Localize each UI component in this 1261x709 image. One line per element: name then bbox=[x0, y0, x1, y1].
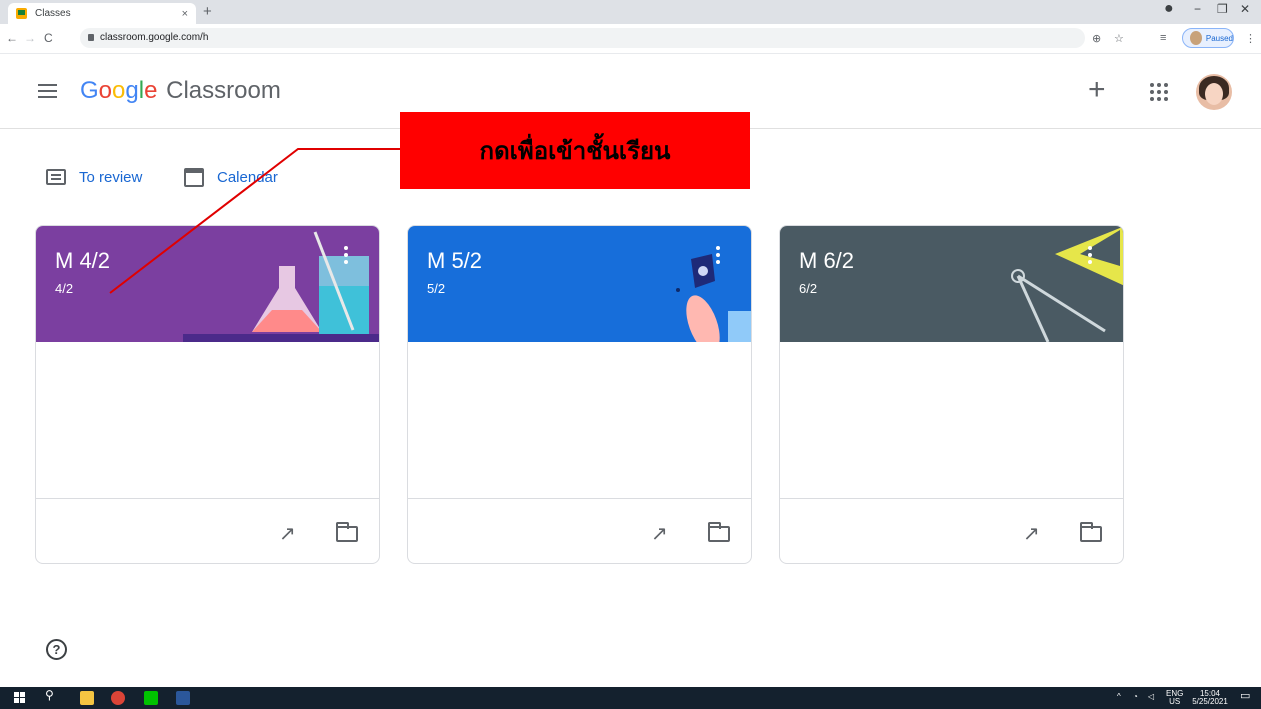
browser-tab[interactable]: Classes × bbox=[8, 3, 196, 24]
search-icon[interactable]: ⚲ bbox=[45, 689, 54, 701]
line-app-icon[interactable] bbox=[144, 691, 158, 705]
new-tab-button[interactable]: + bbox=[203, 3, 212, 21]
insights-trend-icon[interactable]: ↗ bbox=[1023, 521, 1040, 546]
word-app-icon[interactable] bbox=[176, 691, 190, 705]
address-bar[interactable]: classroom.google.com/h bbox=[80, 28, 1085, 48]
url-text: classroom.google.com/h bbox=[100, 32, 209, 43]
classroom-favicon-icon bbox=[16, 8, 27, 19]
more-options-icon[interactable] bbox=[1088, 246, 1092, 264]
class-card[interactable]: M 4/2 4/2 ↗ bbox=[35, 225, 380, 564]
restore-button[interactable]: ❐ bbox=[1217, 2, 1228, 16]
insights-trend-icon[interactable]: ↗ bbox=[651, 521, 668, 546]
class-section: 4/2 bbox=[55, 281, 74, 296]
create-join-plus-icon[interactable]: + bbox=[1088, 73, 1106, 107]
zoom-icon[interactable]: ⊕ bbox=[1092, 32, 1101, 45]
notification-icon[interactable]: ▭ bbox=[1240, 691, 1250, 702]
annotation-callout: กดเพื่อเข้าชั้นเรียน bbox=[400, 112, 750, 189]
card-footer: ↗ bbox=[780, 498, 1123, 563]
browser-tab-strip: Classes × + ● − ❐ ✕ bbox=[0, 0, 1261, 24]
language-indicator[interactable]: ENG US bbox=[1166, 690, 1183, 706]
back-arrow-icon[interactable]: ← bbox=[6, 31, 18, 45]
annotation-text: กดเพื่อเข้าชั้นเรียน bbox=[479, 137, 671, 165]
class-banner[interactable]: M 5/2 5/2 bbox=[408, 226, 751, 342]
calendar-icon bbox=[184, 167, 204, 187]
chrome-menu-icon[interactable]: ⋮ bbox=[1245, 32, 1256, 45]
class-section: 5/2 bbox=[427, 281, 446, 296]
main-menu-icon[interactable] bbox=[38, 84, 57, 98]
to-review-label: To review bbox=[79, 168, 143, 186]
more-options-icon[interactable] bbox=[344, 246, 348, 264]
more-options-icon[interactable] bbox=[716, 246, 720, 264]
minimize-button[interactable]: − bbox=[1194, 2, 1201, 16]
product-name: Classroom bbox=[166, 77, 281, 104]
card-footer: ↗ bbox=[36, 498, 379, 563]
science-banner-illustration bbox=[36, 226, 379, 342]
profile-status: Paused bbox=[1205, 33, 1233, 43]
network-icon[interactable]: ◔ bbox=[1133, 693, 1138, 701]
google-classroom-logo[interactable]: Google Classroom bbox=[80, 77, 281, 105]
card-footer: ↗ bbox=[408, 498, 751, 563]
profile-button[interactable]: Paused bbox=[1182, 28, 1234, 48]
calendar-link[interactable]: Calendar bbox=[184, 165, 278, 189]
bookmark-star-icon[interactable]: ☆ bbox=[1114, 32, 1124, 45]
class-folder-icon[interactable] bbox=[1080, 522, 1102, 542]
reload-icon[interactable]: C bbox=[44, 31, 53, 45]
class-banner[interactable]: M 6/2 6/2 bbox=[780, 226, 1123, 342]
profile-avatar bbox=[1190, 31, 1202, 45]
to-review-link[interactable]: To review bbox=[46, 165, 142, 189]
learning-banner-illustration bbox=[408, 226, 751, 342]
insights-trend-icon[interactable]: ↗ bbox=[279, 521, 296, 546]
record-icon[interactable]: ● bbox=[1164, 0, 1174, 18]
tray-chevron-icon[interactable]: ^ bbox=[1117, 693, 1121, 701]
class-name[interactable]: M 5/2 bbox=[427, 248, 482, 274]
class-card[interactable]: M 5/2 5/2 ↗ bbox=[407, 225, 752, 564]
tab-close-icon[interactable]: × bbox=[182, 8, 188, 20]
class-name[interactable]: M 4/2 bbox=[55, 248, 110, 274]
file-explorer-icon[interactable] bbox=[80, 691, 94, 705]
class-card[interactable]: M 6/2 6/2 ↗ bbox=[779, 225, 1124, 564]
windows-taskbar: ⚲ ^ ◔ ◁ ENG US 15:04 5/25/2021 ▭ bbox=[0, 687, 1261, 709]
windows-start-icon[interactable] bbox=[14, 691, 28, 705]
class-banner[interactable]: M 4/2 4/2 bbox=[36, 226, 379, 342]
account-avatar[interactable] bbox=[1196, 74, 1232, 110]
class-name[interactable]: M 6/2 bbox=[799, 248, 854, 274]
forward-arrow-icon[interactable]: → bbox=[24, 31, 36, 45]
lock-icon bbox=[88, 34, 94, 41]
class-folder-icon[interactable] bbox=[336, 522, 358, 542]
reading-list-icon[interactable]: ≡ bbox=[1160, 32, 1166, 44]
tab-title: Classes bbox=[35, 8, 71, 19]
browser-toolbar: ← → C classroom.google.com/h ⊕ ☆ ≡ Pause… bbox=[0, 24, 1261, 54]
to-review-icon bbox=[46, 169, 66, 185]
volume-icon[interactable]: ◁ bbox=[1148, 693, 1154, 701]
google-apps-icon[interactable] bbox=[1150, 83, 1168, 101]
clock[interactable]: 15:04 5/25/2021 bbox=[1190, 690, 1230, 706]
class-folder-icon[interactable] bbox=[708, 522, 730, 542]
help-icon[interactable]: ? bbox=[46, 639, 67, 660]
close-window-button[interactable]: ✕ bbox=[1240, 2, 1250, 16]
geometry-banner-illustration bbox=[780, 226, 1123, 342]
calendar-label: Calendar bbox=[217, 168, 278, 186]
chrome-taskbar-icon[interactable] bbox=[111, 691, 125, 705]
class-section: 6/2 bbox=[799, 281, 818, 296]
